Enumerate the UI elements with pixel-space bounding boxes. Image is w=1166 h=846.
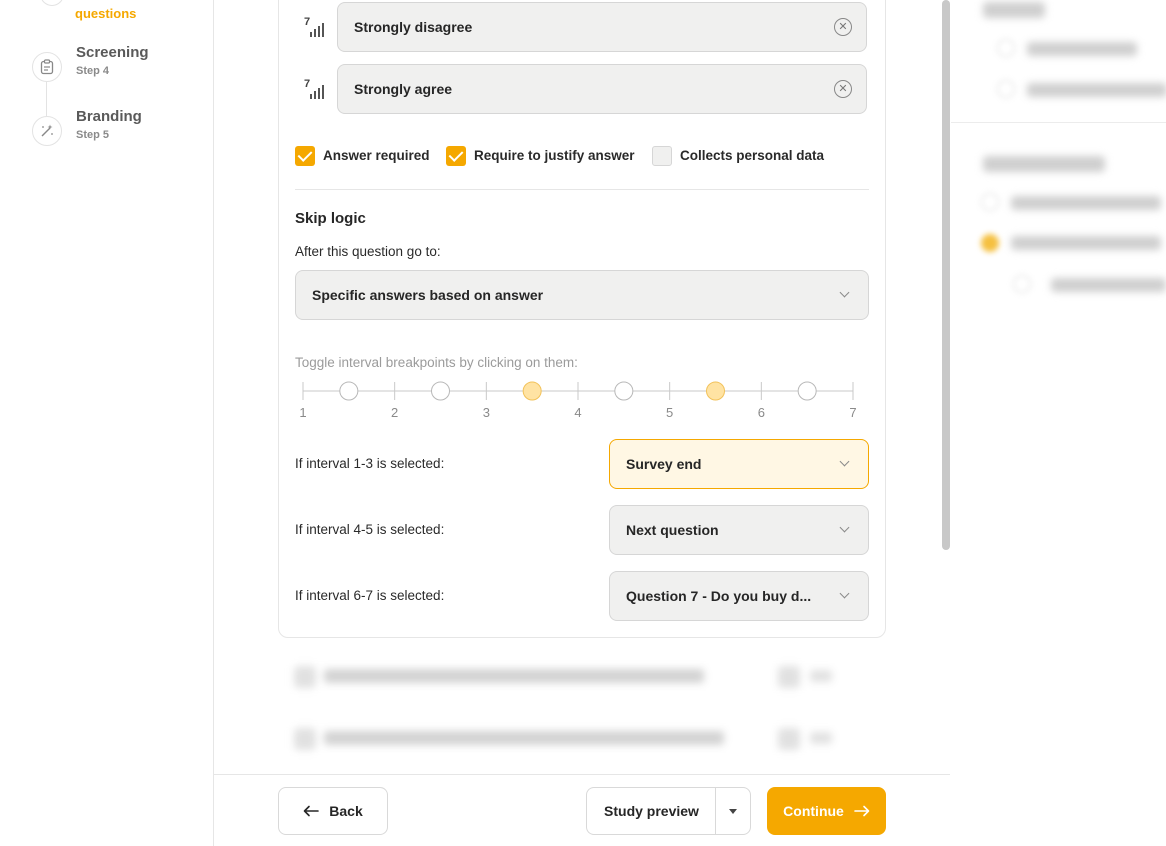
scale-option-row: 7 Strongly agree ✕ bbox=[303, 64, 867, 114]
blurred-question-row bbox=[284, 654, 880, 700]
scale-option-row: 7 Strongly disagree ✕ bbox=[303, 2, 867, 52]
svg-text:7: 7 bbox=[304, 78, 310, 90]
blurred-radio bbox=[997, 80, 1015, 98]
blurred-text bbox=[1051, 278, 1166, 292]
blurred-heading bbox=[983, 2, 1045, 18]
checkbox-label: Answer required bbox=[323, 148, 430, 163]
skip-logic-title: Skip logic bbox=[295, 210, 366, 227]
scale-7-icon: 7 bbox=[304, 16, 324, 37]
scale-tick-label: 4 bbox=[574, 405, 581, 420]
option-label: Strongly disagree bbox=[354, 19, 473, 35]
arrow-right-icon bbox=[854, 805, 870, 817]
interval-label: If interval 4-5 is selected: bbox=[295, 522, 445, 537]
divider bbox=[295, 189, 869, 190]
magic-wand-icon bbox=[32, 116, 62, 146]
checkbox-box[interactable] bbox=[295, 146, 315, 166]
select-value: Question 7 - Do you buy d... bbox=[626, 588, 812, 604]
remove-option-icon[interactable]: ✕ bbox=[834, 80, 852, 98]
caret-down-icon bbox=[729, 808, 737, 814]
remove-option-icon[interactable]: ✕ bbox=[834, 18, 852, 36]
scale-tick-label: 5 bbox=[666, 405, 673, 420]
scale-7-icon: 7 bbox=[304, 78, 324, 99]
chevron-down-icon bbox=[839, 522, 850, 533]
blurred-radio-selected bbox=[981, 234, 999, 252]
checkbox-box[interactable] bbox=[446, 146, 466, 166]
back-button[interactable]: Back bbox=[278, 787, 388, 835]
skip-mode-select[interactable]: Specific answers based on answer bbox=[295, 270, 869, 320]
step-connector bbox=[46, 82, 47, 116]
breakpoint-active[interactable] bbox=[522, 381, 542, 401]
main-scrollbar[interactable] bbox=[942, 0, 950, 550]
divider bbox=[951, 122, 1166, 123]
svg-text:7: 7 bbox=[304, 16, 310, 28]
select-value: Next question bbox=[626, 522, 719, 538]
blurred-radio bbox=[997, 39, 1015, 57]
interval-1-select[interactable]: Survey end bbox=[609, 439, 869, 489]
scale-tick-label: 2 bbox=[391, 405, 398, 420]
continue-button[interactable]: Continue bbox=[767, 787, 886, 835]
blurred-question-row bbox=[284, 716, 880, 762]
option-input[interactable]: Strongly agree ✕ bbox=[337, 64, 867, 114]
blurred-text bbox=[1027, 42, 1137, 56]
blurred-radio bbox=[981, 193, 999, 211]
breakpoint[interactable] bbox=[614, 381, 634, 401]
breakpoint[interactable] bbox=[431, 381, 450, 401]
breakpoint[interactable] bbox=[797, 381, 817, 401]
select-value: Survey end bbox=[626, 456, 702, 472]
blurred-text bbox=[1011, 236, 1161, 250]
steps-sidebar: questions Screening Step 4 Branding Step… bbox=[0, 0, 214, 846]
study-preview-button[interactable]: Study preview bbox=[586, 787, 716, 835]
blurred-text bbox=[1011, 196, 1161, 210]
checkbox-label: Collects personal data bbox=[680, 148, 825, 163]
skip-logic-subtitle: After this question go to: bbox=[295, 244, 441, 259]
blurred-text bbox=[1027, 83, 1166, 97]
breakpoint-active[interactable] bbox=[706, 381, 725, 401]
scale-tick-label: 3 bbox=[483, 405, 490, 420]
step-sub: Step 4 bbox=[76, 65, 110, 77]
scale-tick-label: 6 bbox=[758, 405, 765, 420]
checkbox-label: Require to justify answer bbox=[474, 148, 635, 163]
toggle-hint: Toggle interval breakpoints by clicking … bbox=[295, 355, 578, 370]
chevron-down-icon bbox=[839, 287, 850, 298]
interval-3-select[interactable]: Question 7 - Do you buy d... bbox=[609, 571, 869, 621]
scale-tick-label: 1 bbox=[299, 405, 306, 420]
interval-label: If interval 6-7 is selected: bbox=[295, 588, 445, 603]
checkbox-box[interactable] bbox=[652, 146, 672, 166]
breakpoint-scale[interactable]: 1 2 3 4 5 6 7 bbox=[295, 378, 865, 422]
clipboard-icon bbox=[32, 52, 62, 82]
chevron-down-icon bbox=[839, 456, 850, 467]
continue-label: Continue bbox=[783, 803, 844, 819]
interval-2-select[interactable]: Next question bbox=[609, 505, 869, 555]
step-title: Screening bbox=[76, 44, 149, 61]
back-label: Back bbox=[329, 803, 363, 819]
scale-tick-label: 7 bbox=[849, 405, 856, 420]
blurred-heading bbox=[983, 156, 1105, 172]
breakpoint[interactable] bbox=[339, 381, 359, 401]
step-title: Branding bbox=[76, 108, 142, 125]
interval-label: If interval 1-3 is selected: bbox=[295, 456, 445, 471]
option-input[interactable]: Strongly disagree ✕ bbox=[337, 2, 867, 52]
step-sub: Step 5 bbox=[76, 129, 110, 141]
step-prev-label[interactable]: questions bbox=[75, 6, 136, 21]
study-preview-dropdown[interactable] bbox=[715, 787, 751, 835]
blurred-radio bbox=[1013, 275, 1031, 293]
step-prev-circle bbox=[40, 0, 64, 6]
study-preview-label: Study preview bbox=[604, 803, 699, 819]
arrow-left-icon bbox=[303, 805, 320, 817]
right-settings-panel bbox=[951, 0, 1166, 846]
option-label: Strongly agree bbox=[354, 81, 453, 97]
select-value: Specific answers based on answer bbox=[312, 287, 544, 303]
chevron-down-icon bbox=[839, 588, 850, 599]
